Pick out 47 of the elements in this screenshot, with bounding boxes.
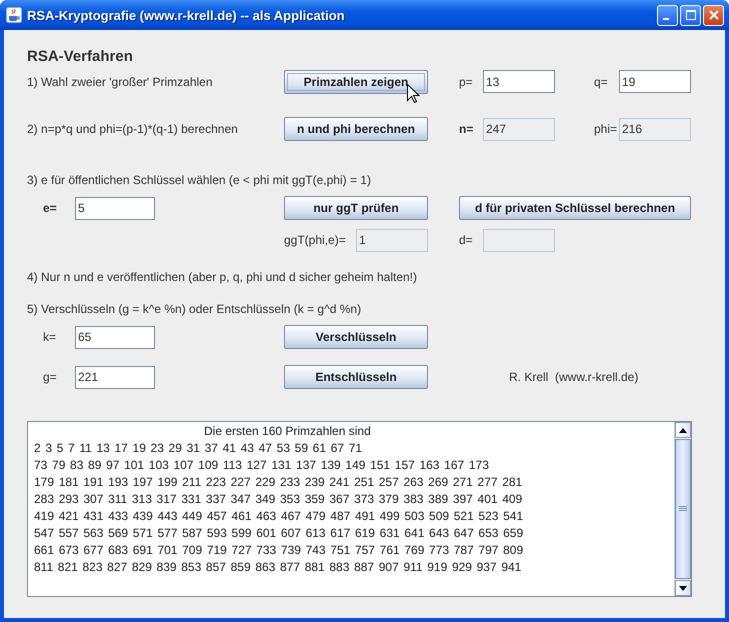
window-title: RSA-Kryptografie (www.r-krell.de) -- als Application xyxy=(27,8,346,22)
field-label: ggT(phi,e)= xyxy=(284,233,346,247)
instruction-text: 5) Verschlüsseln (g = k^e %n) oder Entschlüsseln (k = g^d %n) xyxy=(27,302,362,316)
input-field[interactable]: 65 xyxy=(75,326,155,348)
prime-list-line: 661 673 677 683 691 701 709 719 727 733 739 743 751 757 761 769 773 787 797 809 xyxy=(34,542,524,559)
close-button[interactable] xyxy=(703,4,724,26)
input-field[interactable]: 221 xyxy=(75,366,155,388)
output-heading: Die ersten 160 Primzahlen sind xyxy=(203,423,372,440)
prime-list-line: 283 293 307 311 313 317 331 337 347 349 353 359 367 373 379 383 389 397 401 409 xyxy=(34,491,524,508)
close-icon xyxy=(708,9,720,21)
field-label: phi= xyxy=(593,122,618,136)
prime-list-line: 73 79 83 89 97 101 103 107 109 113 127 131 137 139 149 151 157 163 167 173 xyxy=(34,457,490,474)
action-button[interactable]: Primzahlen zeigen xyxy=(284,70,428,94)
input-field[interactable]: 19 xyxy=(619,70,691,93)
vertical-scrollbar[interactable] xyxy=(674,422,691,596)
instruction-text: 2) n=p*q und phi=(p-1)*(q-1) berechnen xyxy=(27,122,239,136)
instruction-text: 1) Wahl zweier 'großer' Primzahlen xyxy=(27,74,214,88)
prime-list-line: 179 181 191 193 197 199 211 223 227 229 233 239 241 251 257 263 269 271 277 281 xyxy=(34,474,524,491)
instruction-text: 4) Nur n und e veröffentlichen (aber p, q, phi und d sicher geheim halten!) xyxy=(27,270,418,284)
input-field[interactable]: 13 xyxy=(483,70,555,93)
field-label: e= xyxy=(43,201,57,215)
action-button[interactable]: nur ggT prüfen xyxy=(284,196,428,220)
action-button[interactable]: Entschlüsseln xyxy=(284,365,428,389)
prime-list-line: 2 3 5 7 11 13 17 19 23 29 31 37 41 43 47 53 59 61 67 71 xyxy=(34,440,364,457)
input-field[interactable]: 5 xyxy=(75,196,155,220)
field-label: p= xyxy=(458,74,473,88)
scrollbar-thumb[interactable] xyxy=(675,439,691,579)
author-credit: R. Krell (www.r-krell.de) xyxy=(508,370,640,384)
minimize-button[interactable] xyxy=(657,4,678,26)
coffee-cup-icon xyxy=(6,7,22,23)
field-label: d= xyxy=(458,233,473,247)
field-label: q= xyxy=(593,74,608,88)
action-button[interactable]: d für privaten Schlüssel berechnen xyxy=(459,196,691,220)
field-label: n= xyxy=(458,122,474,136)
prime-list-line: 547 557 563 569 571 577 587 593 599 601 607 613 617 619 631 641 643 647 653 659 xyxy=(34,525,524,542)
section-heading: RSA-Verfahren xyxy=(27,48,134,65)
prime-list-line: 419 421 431 433 439 443 449 457 461 463 467 479 487 491 499 503 509 521 523 541 xyxy=(34,508,524,525)
mouse-pointer-icon xyxy=(407,84,420,104)
field-label: g= xyxy=(43,370,57,384)
instruction-text: 3) e für öffentlichen Schlüssel wählen (e < phi mit ggT(e,phi) = 1) xyxy=(27,173,372,187)
prime-list-line: 811 821 823 827 829 839 853 857 859 863 877 881 883 887 907 911 919 929 937 941 xyxy=(34,559,522,576)
field-label: k= xyxy=(43,330,56,344)
minimize-icon xyxy=(662,18,668,20)
maximize-icon xyxy=(684,9,696,21)
action-button[interactable]: n und phi berechnen xyxy=(284,117,428,141)
maximize-button[interactable] xyxy=(680,4,701,26)
action-button[interactable]: Verschlüsseln xyxy=(284,325,428,349)
